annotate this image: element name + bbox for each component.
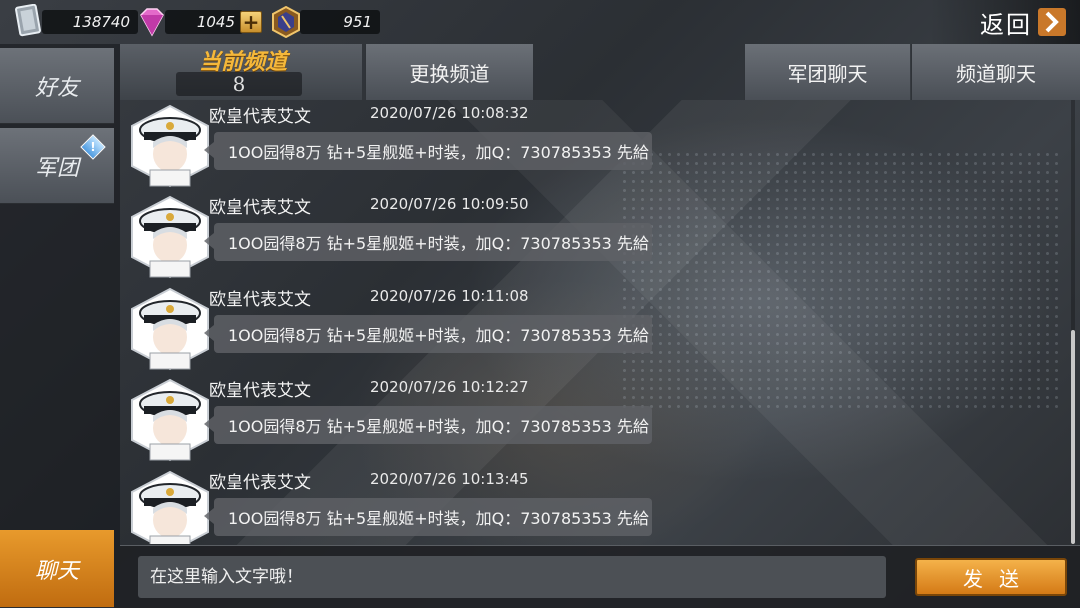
nav-item-legion[interactable]: 军团 ! — [0, 128, 114, 204]
nav-item-friends[interactable]: 好友 — [0, 48, 114, 124]
sender-name: 欧皇代表艾文 — [209, 198, 311, 218]
chat-input-bar: 发送 — [120, 545, 1080, 608]
message-bubble: 1OO园得8万 钻+5星舰姬+时装，加Q：730785353 先給 — [204, 132, 652, 170]
message-time: 2020/07/26 10:09:50 — [370, 195, 529, 213]
nav-item-label: 好友 — [34, 75, 79, 101]
resource-medal: 951 — [270, 6, 380, 38]
chat-input[interactable] — [138, 556, 886, 598]
notification-badge: ! — [80, 134, 106, 160]
back-button[interactable]: 返回 — [930, 0, 1080, 44]
change-channel-button[interactable]: 更换频道 — [365, 44, 533, 100]
resource-diamond: 1045 + — [135, 8, 262, 37]
tab-legion-chat[interactable]: 军团聊天 — [744, 44, 910, 100]
chat-message: 欧皇代表艾文 2020/07/26 10:11:08 1OO园得8万 钻+5星舰… — [120, 283, 680, 375]
send-button[interactable]: 发送 — [915, 558, 1067, 596]
avatar[interactable] — [128, 104, 212, 188]
current-channel-number: 8 — [176, 72, 302, 96]
sender-name: 欧皇代表艾文 — [209, 107, 311, 127]
current-channel-panel: 当前频道 8 — [120, 44, 362, 100]
message-bubble: 1OO园得8万 钻+5星舰姬+时装，加Q：730785353 先給 — [204, 406, 652, 444]
sender-name: 欧皇代表艾文 — [209, 381, 311, 401]
nav-item-label: 军团 — [34, 155, 79, 181]
chat-message-list[interactable]: 欧皇代表艾文 2020/07/26 10:08:32 1OO园得8万 钻+5星舰… — [120, 100, 1072, 544]
chat-message: 欧皇代表艾文 2020/07/26 10:09:50 1OO园得8万 钻+5星舰… — [120, 191, 680, 283]
diamond-count: 1045 — [165, 10, 243, 34]
resource-silver: 138740 — [14, 4, 138, 37]
chat-message: 欧皇代表艾文 2020/07/26 10:08:32 1OO园得8万 钻+5星舰… — [120, 100, 680, 192]
chat-message: 欧皇代表艾文 2020/07/26 10:13:45 1OO园得8万 钻+5星舰… — [120, 466, 680, 544]
nav-item-chat[interactable]: 聊天 — [0, 530, 114, 608]
chat-scrollbar[interactable] — [1071, 100, 1075, 544]
side-nav: 好友 军团 ! 聊天 — [0, 44, 120, 608]
chat-message: 欧皇代表艾文 2020/07/26 10:12:27 1OO园得8万 钻+5星舰… — [120, 374, 680, 466]
gold-medal-icon — [272, 6, 300, 38]
message-bubble: 1OO园得8万 钻+5星舰姬+时装，加Q：730785353 先給 — [204, 223, 652, 261]
avatar[interactable] — [128, 195, 212, 279]
sender-name: 欧皇代表艾文 — [209, 290, 311, 310]
message-time: 2020/07/26 10:13:45 — [370, 470, 529, 488]
message-bubble: 1OO园得8万 钻+5星舰姬+时装，加Q：730785353 先給 — [204, 498, 652, 536]
message-bubble: 1OO园得8万 钻+5星舰姬+时装，加Q：730785353 先給 — [204, 315, 652, 353]
medal-count: 951 — [300, 10, 380, 34]
avatar[interactable] — [128, 287, 212, 371]
avatar[interactable] — [128, 470, 212, 544]
message-time: 2020/07/26 10:12:27 — [370, 378, 529, 396]
scrollbar-thumb[interactable] — [1071, 330, 1075, 544]
tab-channel-chat[interactable]: 频道聊天 — [911, 44, 1080, 100]
message-time: 2020/07/26 10:08:32 — [370, 104, 529, 122]
resource-bar: 138740 1045 + 951 返回 — [0, 0, 1080, 44]
message-time: 2020/07/26 10:11:08 — [370, 287, 529, 305]
chevron-right-icon — [1038, 8, 1066, 36]
add-diamond-button[interactable]: + — [240, 11, 262, 33]
nav-item-label: 聊天 — [34, 558, 79, 584]
silver-count: 138740 — [42, 10, 138, 34]
back-label: 返回 — [980, 10, 1032, 39]
silver-card-icon — [15, 4, 41, 37]
avatar[interactable] — [128, 378, 212, 462]
pink-diamond-icon — [140, 8, 164, 37]
sender-name: 欧皇代表艾文 — [209, 473, 311, 493]
